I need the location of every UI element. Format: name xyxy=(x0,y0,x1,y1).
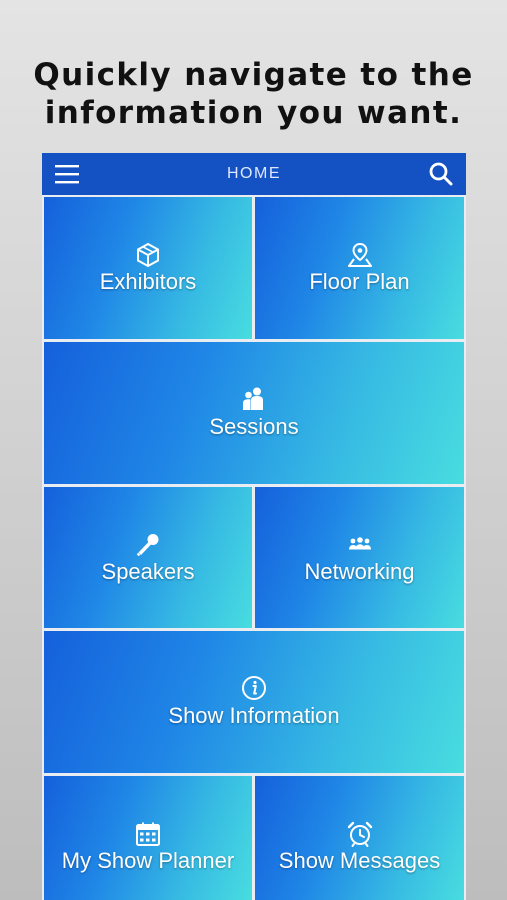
top-nav-bar: HOME xyxy=(42,153,466,195)
tile-show-information[interactable]: Show Information xyxy=(44,631,464,773)
tile-speakers[interactable]: Speakers xyxy=(44,487,252,628)
tile-networking[interactable]: Networking xyxy=(255,487,464,628)
alarm-clock-icon xyxy=(346,820,374,848)
info-icon xyxy=(240,674,268,702)
tile-exhibitors[interactable]: Exhibitors xyxy=(44,197,252,339)
people-icon xyxy=(240,385,268,413)
tile-label-exhibitors: Exhibitors xyxy=(99,269,197,294)
tile-show-messages[interactable]: Show Messages xyxy=(255,776,464,900)
tile-label-show-information: Show Information xyxy=(168,703,340,728)
tile-label-show-messages: Show Messages xyxy=(278,848,441,873)
tile-sessions[interactable]: Sessions xyxy=(44,342,464,484)
tile-label-speakers: Speakers xyxy=(101,559,195,584)
search-icon[interactable] xyxy=(428,161,454,187)
headline-line-1: Quickly navigate to the xyxy=(33,57,474,93)
tile-label-my-show-planner: My Show Planner xyxy=(61,848,235,873)
tile-label-networking: Networking xyxy=(304,559,415,584)
calendar-icon xyxy=(134,820,162,848)
app-screen: HOME Exhibitors Floor Plan Sessions Spea… xyxy=(42,153,466,900)
headline-line-2: information you want. xyxy=(44,95,463,131)
nav-title: HOME xyxy=(227,165,281,182)
tile-floor-plan[interactable]: Floor Plan xyxy=(255,197,464,339)
cube-icon xyxy=(134,241,162,269)
tile-my-show-planner[interactable]: My Show Planner xyxy=(44,776,252,900)
marketing-headline: Quickly navigate to the information you … xyxy=(0,56,507,132)
microphone-icon xyxy=(134,531,162,559)
map-pin-icon xyxy=(346,241,374,269)
tile-label-sessions: Sessions xyxy=(209,414,299,439)
tile-label-floor-plan: Floor Plan xyxy=(309,269,410,294)
group-icon xyxy=(346,531,374,559)
